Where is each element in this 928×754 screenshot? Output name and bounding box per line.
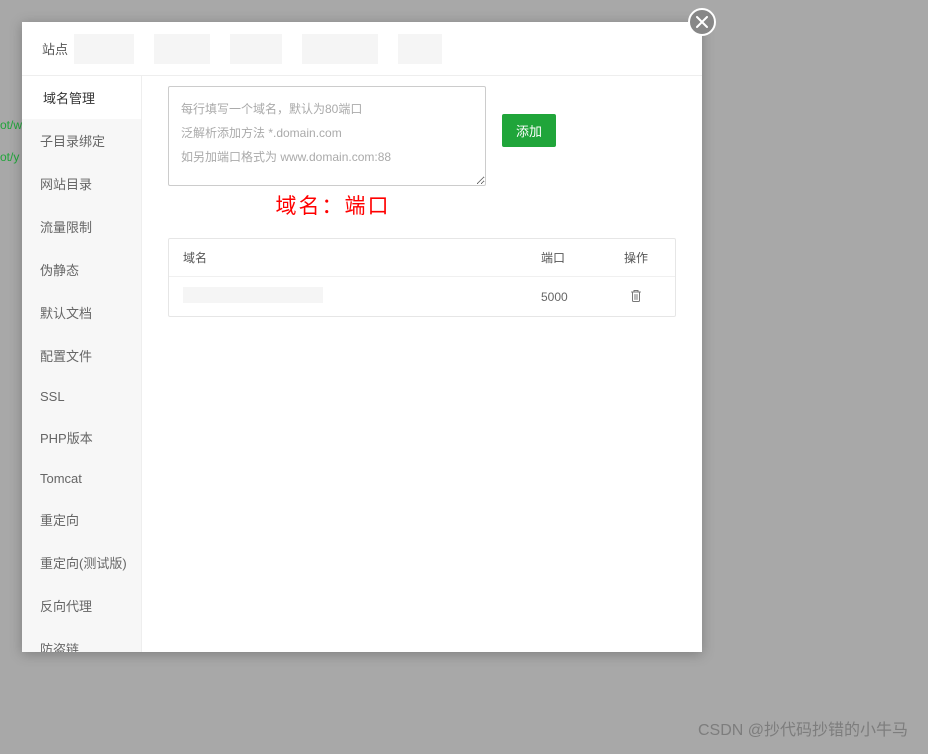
col-header-domain: 域名	[183, 249, 541, 266]
sidebar-item-label: 网站目录	[40, 177, 92, 192]
sidebar-item-reverse-proxy[interactable]: 反向代理	[22, 584, 141, 627]
domain-add-row: 添加	[168, 86, 676, 186]
sidebar-item-rewrite[interactable]: 伪静态	[22, 248, 141, 291]
modal-header: 站点	[22, 22, 702, 76]
sidebar-item-label: Tomcat	[40, 471, 82, 486]
sidebar-item-label: 重定向	[40, 513, 79, 528]
censored-block	[74, 34, 134, 64]
sidebar: 域名管理 子目录绑定 网站目录 流量限制 伪静态 默认文档 配置文件 SSL P…	[22, 76, 142, 652]
trash-icon	[630, 289, 642, 302]
sidebar-item-label: 域名管理	[43, 91, 95, 106]
col-header-action: 操作	[611, 249, 661, 266]
sidebar-item-label: 防盗链	[40, 642, 79, 652]
sidebar-item-default-doc[interactable]: 默认文档	[22, 291, 141, 334]
sidebar-item-label: 伪静态	[40, 263, 79, 278]
annotation-text: 域名：端口	[168, 190, 498, 220]
sidebar-item-label: SSL	[40, 389, 65, 404]
censored-block	[398, 34, 442, 64]
sidebar-item-label: PHP版本	[40, 431, 93, 446]
site-config-modal: 站点 域名管理 子目录绑定 网站目录 流量限制 伪静态 默认文档 配置文件 SS…	[22, 22, 702, 652]
censored-domain	[183, 287, 323, 303]
sidebar-item-ssl[interactable]: SSL	[22, 377, 141, 416]
sidebar-item-redirect[interactable]: 重定向	[22, 498, 141, 541]
censored-block	[154, 34, 210, 64]
cell-action	[611, 289, 661, 305]
sidebar-item-label: 反向代理	[40, 599, 92, 614]
sidebar-item-label: 重定向(测试版)	[40, 556, 127, 571]
bg-text-2: ot/y	[0, 150, 19, 164]
sidebar-item-hotlink[interactable]: 防盗链	[22, 627, 141, 652]
domain-table: 域名 端口 操作 5000	[168, 238, 676, 317]
sidebar-item-config-file[interactable]: 配置文件	[22, 334, 141, 377]
sidebar-item-label: 子目录绑定	[40, 134, 105, 149]
close-icon	[696, 16, 708, 28]
content-pane: 添加 域名：端口 域名 端口 操作 5000	[142, 76, 702, 652]
sidebar-item-label: 默认文档	[40, 306, 92, 321]
col-header-port: 端口	[541, 249, 611, 266]
table-header-row: 域名 端口 操作	[169, 239, 675, 277]
censored-block	[230, 34, 282, 64]
bg-text-1: ot/w	[0, 118, 22, 132]
sidebar-item-label: 配置文件	[40, 349, 92, 364]
domain-input[interactable]	[168, 86, 486, 186]
cell-port: 5000	[541, 290, 611, 304]
sidebar-item-label: 流量限制	[40, 220, 92, 235]
sidebar-item-rate-limit[interactable]: 流量限制	[22, 205, 141, 248]
sidebar-item-redirect-beta[interactable]: 重定向(测试版)	[22, 541, 141, 584]
table-row: 5000	[169, 277, 675, 316]
delete-button[interactable]	[630, 289, 642, 302]
cell-domain	[183, 287, 541, 306]
modal-title-prefix: 站点	[42, 39, 68, 58]
modal-body: 域名管理 子目录绑定 网站目录 流量限制 伪静态 默认文档 配置文件 SSL P…	[22, 76, 702, 652]
sidebar-item-subdir-bind[interactable]: 子目录绑定	[22, 119, 141, 162]
sidebar-item-tomcat[interactable]: Tomcat	[22, 459, 141, 498]
sidebar-item-site-dir[interactable]: 网站目录	[22, 162, 141, 205]
sidebar-item-php-version[interactable]: PHP版本	[22, 416, 141, 459]
watermark: CSDN @抄代码抄错的小牛马	[698, 716, 908, 740]
add-button[interactable]: 添加	[502, 114, 556, 147]
sidebar-item-domain-manage[interactable]: 域名管理	[22, 76, 141, 119]
censored-block	[302, 34, 378, 64]
modal-close-button[interactable]	[688, 8, 716, 36]
